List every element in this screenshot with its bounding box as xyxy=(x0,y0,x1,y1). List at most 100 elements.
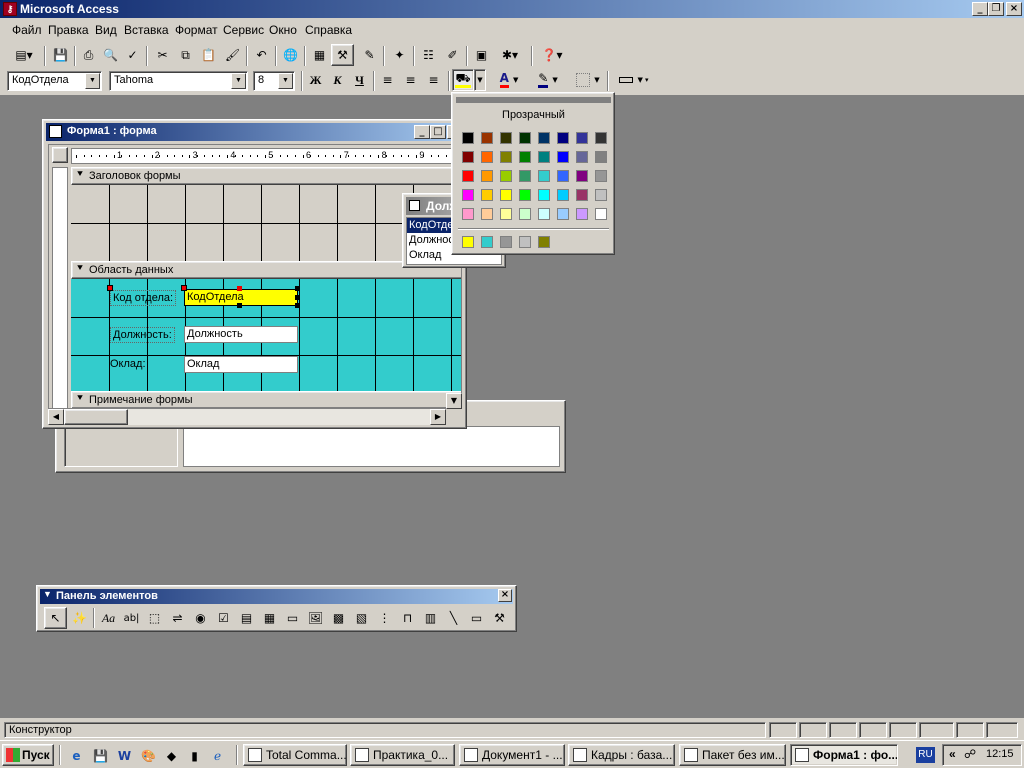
vertical-scrollbar[interactable]: ▼ xyxy=(446,393,462,409)
help-icon[interactable]: ❓▾ xyxy=(535,44,569,66)
tray-expand-icon[interactable]: « xyxy=(949,747,956,761)
toolbox-menu-icon[interactable]: ▼ xyxy=(43,589,52,599)
color-swatch[interactable] xyxy=(595,170,607,182)
toolbox-window[interactable]: ▼ Панель элементов × ↖ ✨ Aa ab| ⬚ ⇌ ◉ ☑ … xyxy=(36,585,517,632)
align-right-icon[interactable]: ≡ xyxy=(422,69,445,91)
hyperlink-icon[interactable]: 🌐 xyxy=(279,44,302,66)
properties-icon[interactable]: ☷ xyxy=(417,44,440,66)
selection-handle[interactable] xyxy=(237,286,242,291)
chevron-down-icon[interactable]: ▼ xyxy=(278,73,293,89)
quicklaunch-icon[interactable]: ℯ xyxy=(206,745,229,767)
autoformat-icon[interactable]: ✎ xyxy=(358,44,381,66)
ie-quicklaunch-icon[interactable]: e xyxy=(65,745,88,767)
spelling-icon[interactable]: ✓ xyxy=(121,44,144,66)
color-swatch[interactable] xyxy=(500,189,512,201)
color-swatch[interactable] xyxy=(538,189,550,201)
label-department-code[interactable]: Код отдела: xyxy=(110,290,177,306)
chevron-down-icon[interactable]: ▼ xyxy=(231,73,246,89)
selection-handle[interactable] xyxy=(295,286,300,291)
code-icon[interactable]: ✦ xyxy=(388,44,411,66)
selection-handle[interactable] xyxy=(295,295,300,300)
start-button[interactable]: Пуск xyxy=(2,744,54,766)
save-icon[interactable]: 💾 xyxy=(49,44,72,66)
option-group-icon[interactable]: ⬚ xyxy=(143,607,166,629)
color-swatch[interactable] xyxy=(557,151,569,163)
undo-icon[interactable]: ↶ xyxy=(250,44,273,66)
color-swatch[interactable] xyxy=(462,132,474,144)
task-kadry-db[interactable]: Кадры : база... xyxy=(568,744,675,766)
rectangle-tool-icon[interactable]: ▭ xyxy=(465,607,488,629)
line-width-button[interactable]: ▼ ▾ xyxy=(612,69,656,91)
menu-window[interactable]: Окно xyxy=(266,21,300,40)
color-swatch[interactable] xyxy=(595,132,607,144)
field-position[interactable]: Должность xyxy=(184,326,298,343)
detail-section[interactable]: Код отдела: КодОтдела Должность: Должнос… xyxy=(71,279,461,391)
chevron-down-icon[interactable]: ▼ xyxy=(85,73,100,89)
task-practice[interactable]: Практика_0... xyxy=(350,744,455,766)
control-wizards-icon[interactable]: ✨ xyxy=(68,607,91,629)
color-swatch[interactable] xyxy=(500,170,512,182)
recent-color-swatch[interactable] xyxy=(481,236,493,248)
quicklaunch-icon[interactable]: 🎨 xyxy=(137,745,160,767)
recent-color-swatch[interactable] xyxy=(519,236,531,248)
quicklaunch-icon[interactable]: 💾 xyxy=(89,745,112,767)
print-preview-icon[interactable]: 🔍 xyxy=(99,44,122,66)
print-icon[interactable]: ⎙ xyxy=(77,44,100,66)
bound-object-icon[interactable]: ▧ xyxy=(350,607,373,629)
form-header-band[interactable]: ⯆ Заголовок формы xyxy=(71,167,461,185)
color-swatch[interactable] xyxy=(462,189,474,201)
toggle-button-icon[interactable]: ⇌ xyxy=(166,607,189,629)
color-swatch[interactable] xyxy=(595,189,607,201)
scroll-left-icon[interactable]: ◀ xyxy=(48,409,64,425)
color-swatch[interactable] xyxy=(500,132,512,144)
combo-box-icon[interactable]: ▤ xyxy=(235,607,258,629)
language-indicator[interactable]: RU xyxy=(916,747,935,763)
textbox-tool-icon[interactable]: ab| xyxy=(120,607,143,629)
image-tool-icon[interactable]: 🖼 xyxy=(304,607,327,629)
object-combo[interactable]: КодОтдела ▼ xyxy=(7,71,102,91)
checkbox-tool-icon[interactable]: ☑ xyxy=(212,607,235,629)
scroll-down-icon[interactable]: ▼ xyxy=(446,393,462,409)
color-swatch[interactable] xyxy=(538,170,550,182)
selection-handle[interactable] xyxy=(295,303,300,308)
database-window-icon[interactable]: ▣ xyxy=(470,44,493,66)
view-form-icon[interactable]: ▤▾ xyxy=(8,44,40,66)
menu-edit[interactable]: Правка xyxy=(45,21,92,40)
line-tool-icon[interactable]: ╲ xyxy=(442,607,465,629)
command-button-icon[interactable]: ▭ xyxy=(281,607,304,629)
subform-icon[interactable]: ▥ xyxy=(419,607,442,629)
quicklaunch-icon[interactable]: ▮ xyxy=(183,745,206,767)
color-swatch[interactable] xyxy=(595,208,607,220)
color-swatch[interactable] xyxy=(481,208,493,220)
italic-button[interactable]: К xyxy=(326,69,349,91)
color-swatch[interactable] xyxy=(576,189,588,201)
select-objects-icon[interactable]: ↖ xyxy=(44,607,67,629)
label-salary[interactable]: Оклад: xyxy=(110,357,146,371)
more-controls-icon[interactable]: ⚒ xyxy=(488,607,511,629)
color-swatch[interactable] xyxy=(500,208,512,220)
close-button[interactable]: × xyxy=(1006,2,1022,16)
scroll-thumb[interactable] xyxy=(64,409,128,425)
color-swatch[interactable] xyxy=(481,170,493,182)
color-swatch[interactable] xyxy=(538,132,550,144)
fill-color-dropdown[interactable]: ▼ xyxy=(474,69,486,91)
font-combo[interactable]: Tahoma ▼ xyxy=(109,71,248,91)
color-swatch[interactable] xyxy=(557,132,569,144)
menu-format[interactable]: Формат xyxy=(172,21,221,40)
network-icon[interactable]: ☍ xyxy=(964,747,976,761)
list-box-icon[interactable]: ▦ xyxy=(258,607,281,629)
task-document1[interactable]: Документ1 - ... xyxy=(459,744,565,766)
field-salary[interactable]: Оклад xyxy=(184,356,298,373)
recent-color-swatch[interactable] xyxy=(462,236,474,248)
form-design-window[interactable]: Форма1 : форма _ □ × 1 2 3 4 5 6 7 8 9 ⯆ Заголов… xyxy=(42,119,467,429)
horizontal-scrollbar[interactable]: ◀ ▶ xyxy=(48,409,446,425)
color-swatch[interactable] xyxy=(519,151,531,163)
color-swatch[interactable] xyxy=(538,208,550,220)
label-tool-icon[interactable]: Aa xyxy=(97,607,120,629)
tab-control-icon[interactable]: ⊓ xyxy=(396,607,419,629)
align-left-icon[interactable]: ≡ xyxy=(376,69,399,91)
copy-icon[interactable]: ⧉ xyxy=(174,44,197,66)
color-swatch[interactable] xyxy=(557,170,569,182)
fill-color-button[interactable]: ⛟ xyxy=(452,69,474,91)
build-icon[interactable]: ✐ xyxy=(441,44,464,66)
